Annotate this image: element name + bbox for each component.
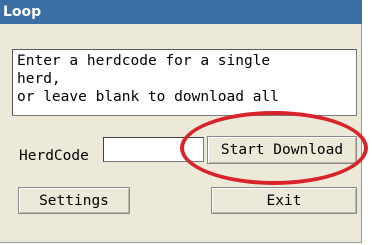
exit-button-label: Exit bbox=[266, 192, 302, 209]
start-download-button[interactable]: Start Download bbox=[207, 136, 357, 164]
herdcode-label: HerdCode bbox=[19, 148, 89, 164]
exit-button[interactable]: Exit bbox=[211, 187, 357, 214]
loop-window: Loop Enter a herdcode for a single herd,… bbox=[0, 0, 362, 243]
start-download-button-label: Start Download bbox=[220, 142, 344, 158]
settings-button-label: Settings bbox=[39, 192, 109, 209]
settings-button[interactable]: Settings bbox=[18, 187, 130, 214]
herdcode-input[interactable] bbox=[103, 137, 204, 162]
window-title-bar[interactable]: Loop bbox=[0, 0, 362, 24]
window-title: Loop bbox=[3, 4, 42, 20]
instruction-textbox[interactable]: Enter a herdcode for a single herd, or l… bbox=[12, 49, 357, 116]
